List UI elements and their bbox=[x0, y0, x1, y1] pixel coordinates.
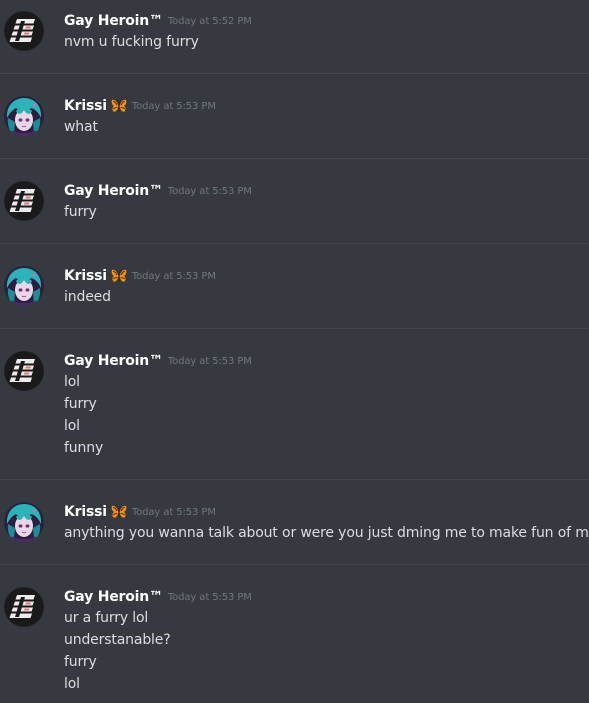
username[interactable]: Gay Heroin™ bbox=[64, 183, 163, 199]
butterfly-icon bbox=[111, 505, 127, 523]
message-text: furry bbox=[64, 654, 97, 670]
message-content: anything you wanna talk about or were yo… bbox=[64, 522, 589, 544]
avatar-anime-girl[interactable] bbox=[4, 502, 44, 542]
username[interactable]: Gay Heroin™ bbox=[64, 13, 163, 29]
message-header: Krissi Today at 5:53 PM bbox=[64, 502, 216, 520]
timestamp[interactable]: Today at 5:53 PM bbox=[168, 356, 252, 367]
message-text: lol bbox=[64, 676, 80, 692]
message-header: Gay Heroin™ Today at 5:53 PM bbox=[64, 181, 252, 199]
message-header: Gay Heroin™ Today at 5:53 PM bbox=[64, 587, 252, 605]
message-divider bbox=[0, 328, 589, 329]
butterfly-icon bbox=[111, 269, 127, 287]
timestamp[interactable]: Today at 5:53 PM bbox=[132, 271, 216, 282]
timestamp[interactable]: Today at 5:53 PM bbox=[168, 592, 252, 603]
message-content: what bbox=[64, 116, 98, 138]
message-text: furry bbox=[64, 204, 97, 220]
message-header: Gay Heroin™ Today at 5:53 PM bbox=[64, 351, 252, 369]
avatar-tde-logo[interactable] bbox=[4, 587, 44, 627]
username[interactable]: Krissi bbox=[64, 98, 107, 114]
chat-messages: Gay Heroin™ Today at 5:52 PM nvm u fucking… bbox=[0, 0, 589, 703]
username[interactable]: Gay Heroin™ bbox=[64, 589, 163, 605]
message-content: ur a furry lol understanable? furry lol bbox=[64, 607, 171, 695]
avatar-tde-logo[interactable] bbox=[4, 181, 44, 221]
avatar-tde-logo[interactable] bbox=[4, 351, 44, 391]
timestamp[interactable]: Today at 5:53 PM bbox=[132, 507, 216, 518]
message-divider bbox=[0, 158, 589, 159]
message-content: indeed bbox=[64, 286, 111, 308]
message-divider bbox=[0, 73, 589, 74]
avatar-tde-logo[interactable] bbox=[4, 11, 44, 51]
avatar-anime-girl[interactable] bbox=[4, 266, 44, 306]
timestamp[interactable]: Today at 5:53 PM bbox=[168, 186, 252, 197]
message-text: nvm u fucking furry bbox=[64, 34, 199, 50]
message-divider bbox=[0, 243, 589, 244]
message-text: anything you wanna talk about or were yo… bbox=[64, 525, 589, 541]
message-header: Gay Heroin™ Today at 5:52 PM bbox=[64, 11, 252, 29]
message-header: Krissi Today at 5:53 PM bbox=[64, 266, 216, 284]
message-text: indeed bbox=[64, 289, 111, 305]
username[interactable]: Gay Heroin™ bbox=[64, 353, 163, 369]
message-text: furry bbox=[64, 396, 97, 412]
timestamp[interactable]: Today at 5:52 PM bbox=[168, 16, 252, 27]
message-content: lol furry lol funny bbox=[64, 371, 103, 459]
butterfly-icon bbox=[111, 99, 127, 117]
message-text: ur a furry lol bbox=[64, 610, 149, 626]
message-content: furry bbox=[64, 201, 97, 223]
message-text: funny bbox=[64, 440, 104, 456]
message-divider bbox=[0, 479, 589, 480]
message-text: lol bbox=[64, 374, 80, 390]
message-divider bbox=[0, 564, 589, 565]
username[interactable]: Krissi bbox=[64, 268, 107, 284]
username[interactable]: Krissi bbox=[64, 504, 107, 520]
message-header: Krissi Today at 5:53 PM bbox=[64, 96, 216, 114]
message-text: what bbox=[64, 119, 98, 135]
message-content: nvm u fucking furry bbox=[64, 31, 199, 53]
avatar-anime-girl[interactable] bbox=[4, 96, 44, 136]
timestamp[interactable]: Today at 5:53 PM bbox=[132, 101, 216, 112]
message-text: understanable? bbox=[64, 632, 171, 648]
message-text: lol bbox=[64, 418, 80, 434]
